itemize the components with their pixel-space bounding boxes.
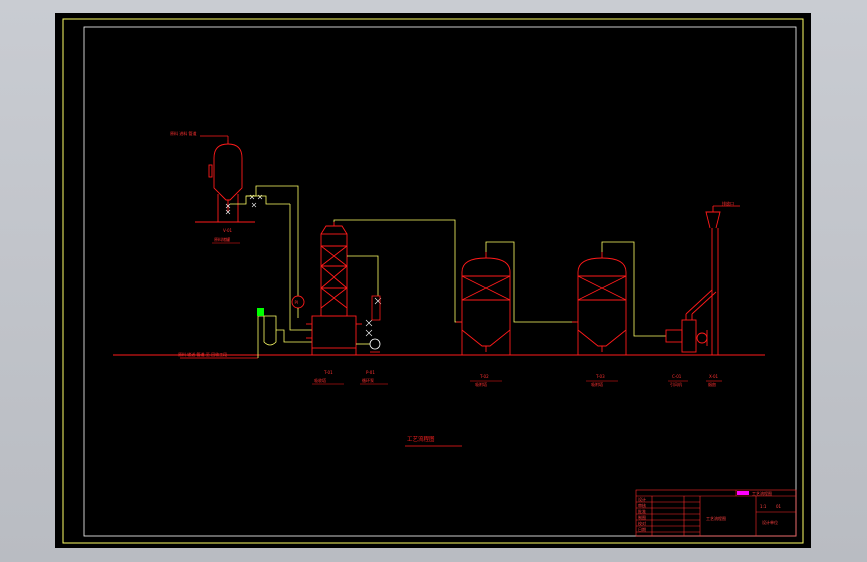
tb-company: 设计单位 (762, 519, 778, 525)
drawing-sheet (55, 13, 811, 548)
tb-row-5: 校对 (638, 520, 646, 526)
tb-scale: 1:1 (760, 504, 767, 509)
tb-row-3: 批准 (638, 508, 646, 514)
column-tag: T-01 (323, 370, 333, 375)
title-block-tag-icon (737, 491, 749, 495)
cad-viewport[interactable]: 原料 进料 管道 V-01 原料储罐 PI 原料 输送 管道 至 回收工段 T-… (0, 0, 867, 562)
adsorber-2-tag: T-03 (595, 374, 605, 379)
adsorber-1-name: 吸附塔 (475, 381, 487, 387)
tank-tag: V-01 (223, 228, 232, 233)
column-name: 吸收塔 (314, 377, 326, 383)
tb-sheet-no: 01 (776, 504, 782, 509)
tb-sheet-name: 工艺流程图 (706, 515, 726, 521)
fan-tag: C-01 (672, 374, 682, 379)
adsorber-2-name: 吸附塔 (591, 381, 603, 387)
diagram-title: 工艺流程图 (407, 435, 435, 443)
stack-tag: X-01 (709, 374, 719, 379)
tb-project: 工艺流程图 (752, 490, 772, 496)
stack-name: 烟囱 (708, 381, 716, 387)
tb-row-6: 日期 (638, 526, 646, 532)
fan-name: 引风机 (670, 381, 682, 387)
feed-bottom-label: 原料 输送 管道 至 回收工段 (178, 351, 227, 357)
stack-top-label: 排放口 (722, 200, 734, 206)
process-flow-drawing: 原料 进料 管道 V-01 原料储罐 PI 原料 输送 管道 至 回收工段 T-… (55, 13, 811, 548)
pump-tag: P-01 (366, 370, 375, 375)
instrument-label: PI (295, 300, 299, 305)
tb-row-2: 审核 (638, 502, 646, 508)
tb-row-4: 制图 (638, 514, 646, 520)
feed-top-label: 原料 进料 管道 (170, 130, 197, 136)
tank-name: 原料储罐 (214, 236, 230, 242)
pump-name: 循环泵 (362, 377, 374, 383)
filter-element-icon (257, 308, 264, 316)
adsorber-1-tag: T-02 (479, 374, 489, 379)
tb-row-1: 设计 (638, 496, 646, 502)
